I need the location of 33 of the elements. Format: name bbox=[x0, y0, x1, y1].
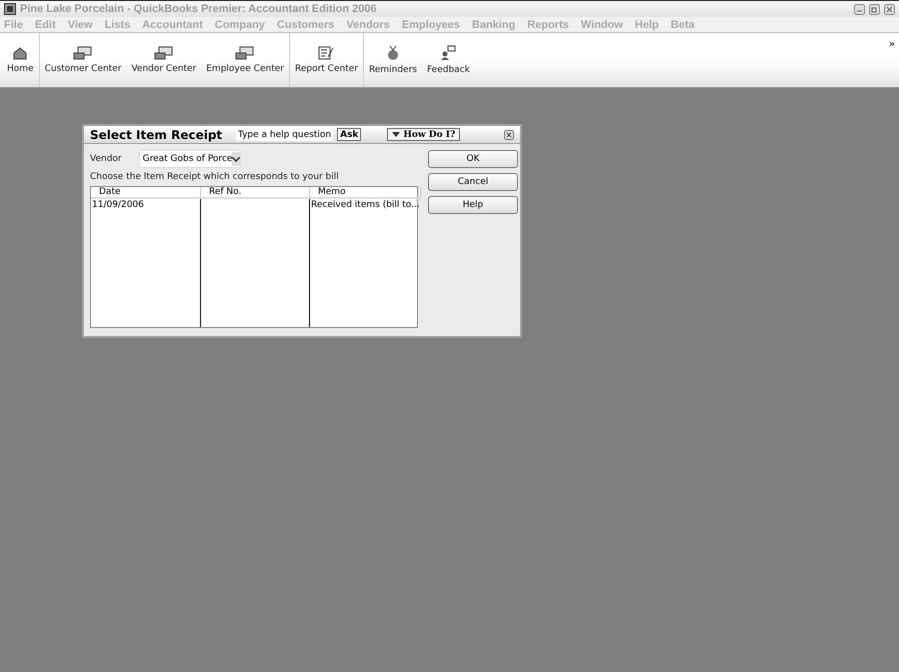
toolbar-button[interactable]: Reminders bbox=[364, 33, 422, 87]
more-icon[interactable]: » bbox=[886, 33, 897, 87]
toolbar-button[interactable]: Customer Center bbox=[40, 33, 126, 87]
ask-button[interactable]: Ask bbox=[337, 128, 362, 141]
toolbar-button[interactable]: Employee Center bbox=[201, 33, 290, 87]
toolbar-button[interactable]: Feedback bbox=[422, 33, 475, 87]
dialog-button[interactable]: Help bbox=[428, 196, 518, 214]
dialog-button[interactable]: OK bbox=[428, 150, 518, 168]
minimize-icon[interactable] bbox=[854, 4, 865, 14]
instruction-text: Choose the Item Receipt which corresponds to your bill bbox=[90, 172, 340, 182]
toolbar-button[interactable]: Report Center bbox=[290, 33, 364, 87]
column-header[interactable]: Date bbox=[91, 187, 201, 199]
toolbar-button[interactable]: Vendor Center bbox=[126, 33, 202, 87]
dialog-button[interactable]: Cancel bbox=[428, 173, 518, 191]
how-do-i-button[interactable]: How Do I? bbox=[387, 128, 460, 141]
feedback-icon bbox=[440, 45, 456, 61]
close-icon[interactable] bbox=[504, 130, 514, 140]
restore-icon[interactable] bbox=[869, 4, 880, 14]
table-cell: 11/09/2006 bbox=[91, 199, 201, 327]
vendor-dropdown[interactable]: Great Gobs of Porce bbox=[138, 150, 241, 168]
table-cell-text: Received items (bill to... bbox=[310, 199, 421, 212]
help-question-field[interactable]: Type a help question bbox=[236, 128, 334, 140]
column-header[interactable]: Ref No. bbox=[201, 187, 310, 199]
toolbar-button[interactable]: Home bbox=[2, 33, 40, 87]
close-icon[interactable] bbox=[884, 4, 895, 14]
report-icon bbox=[318, 46, 334, 60]
caret-icon bbox=[392, 132, 400, 137]
column-header[interactable]: Memo bbox=[310, 187, 421, 199]
app-icon bbox=[4, 3, 16, 15]
house-icon bbox=[13, 46, 28, 60]
vendor-label: Vendor bbox=[90, 154, 122, 164]
dialog-title: Select Item Receipt bbox=[90, 128, 224, 142]
window-title: Pine Lake Porcelain - QuickBooks Premier: Accountant Edition 2006 bbox=[20, 3, 378, 15]
